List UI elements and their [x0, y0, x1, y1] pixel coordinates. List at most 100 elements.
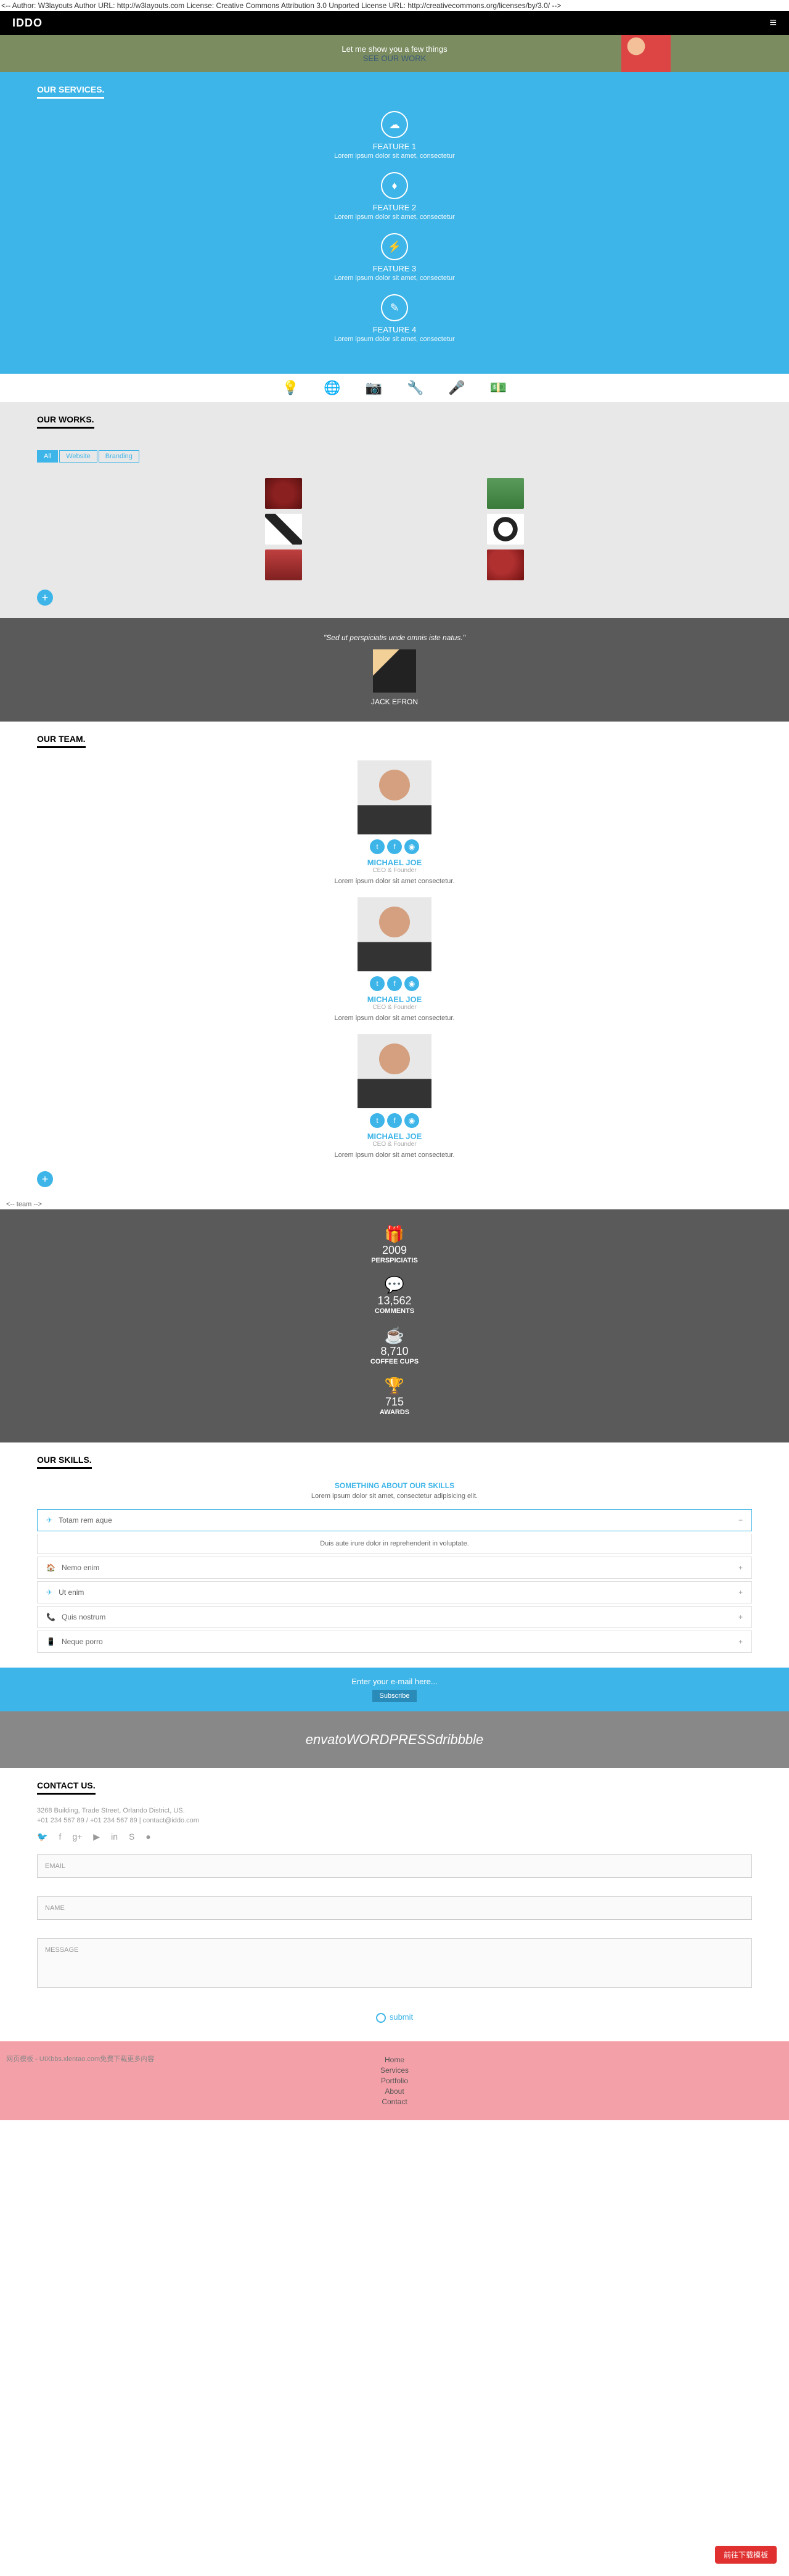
- work-item[interactable]: [487, 514, 524, 545]
- team-role: CEO & Founder: [37, 867, 752, 874]
- load-more-button[interactable]: +: [37, 590, 53, 606]
- accordion-toggle-icon: +: [738, 1613, 743, 1621]
- facebook-icon[interactable]: f: [387, 1113, 402, 1128]
- stat-number: 715: [15, 1396, 774, 1409]
- accordion-item[interactable]: 🏠 Nemo enim +: [37, 1557, 752, 1579]
- team-desc: Lorem ipsum dolor sit amet consectetur.: [37, 1014, 752, 1022]
- accordion-content: Duis aute irure dolor in reprehenderit i…: [37, 1534, 752, 1554]
- twitter-icon[interactable]: t: [370, 839, 385, 854]
- accordion-icon: 📞: [46, 1613, 55, 1621]
- service-icon[interactable]: 🌐: [324, 380, 340, 396]
- services-section: OUR SERVICES. ☁ FEATURE 1 Lorem ipsum do…: [0, 72, 789, 374]
- service-icon[interactable]: 🎤: [448, 380, 465, 396]
- team-name: MICHAEL JOE: [37, 995, 752, 1004]
- accordion-item[interactable]: ✈ Ut enim +: [37, 1581, 752, 1603]
- stat-label: PERSPICIATIS: [15, 1257, 774, 1264]
- work-item[interactable]: [487, 549, 524, 580]
- stat-icon: ☕: [15, 1326, 774, 1345]
- accordion-label: Ut enim: [59, 1588, 84, 1597]
- testimonial-name: JACK EFRON: [15, 697, 774, 706]
- footer-link-portfolio[interactable]: Portfolio: [12, 2076, 777, 2085]
- subscribe-button[interactable]: Subscribe: [372, 1690, 417, 1702]
- stat-label: COFFEE CUPS: [15, 1358, 774, 1365]
- brand-logo[interactable]: dribbble: [435, 1732, 483, 1748]
- feature-icon: ✎: [381, 294, 408, 321]
- team-role: CEO & Founder: [37, 1141, 752, 1148]
- facebook-icon[interactable]: f: [387, 976, 402, 991]
- service-icon[interactable]: 📷: [366, 380, 382, 396]
- team-avatar: [358, 760, 431, 834]
- stat: ☕ 8,710 COFFEE CUPS: [15, 1326, 774, 1365]
- accordion-item[interactable]: ✈ Totam rem aque −: [37, 1509, 752, 1531]
- filter-tabs: AllWebsiteBranding: [37, 450, 752, 463]
- header: IDDO ≡: [0, 11, 789, 35]
- team-member: tf◉ MICHAEL JOE CEO & Founder Lorem ipsu…: [37, 1034, 752, 1159]
- feature-desc: Lorem ipsum dolor sit amet, consectetur: [37, 152, 752, 160]
- contact-section: CONTACT US. 3268 Building, Trade Street,…: [0, 1768, 789, 2041]
- work-item[interactable]: [265, 514, 302, 545]
- contact-phone: +01 234 567 89 / +01 234 567 89 | contac…: [37, 1817, 752, 1824]
- linkedin-icon[interactable]: in: [111, 1832, 118, 1842]
- facebook-icon[interactable]: f: [387, 839, 402, 854]
- accordion-icon: ✈: [46, 1516, 52, 1525]
- stats-section: 🎁 2009 PERSPICIATIS 💬 13,562 COMMENTS ☕ …: [0, 1209, 789, 1442]
- name-field[interactable]: NAME: [37, 1896, 752, 1920]
- service-icon[interactable]: 💵: [490, 380, 507, 396]
- service-icon[interactable]: 💡: [282, 380, 299, 396]
- instagram-icon[interactable]: ◉: [404, 1113, 419, 1128]
- feature-desc: Lorem ipsum dolor sit amet, consectetur: [37, 274, 752, 282]
- instagram-icon[interactable]: ◉: [404, 976, 419, 991]
- brand-logo[interactable]: WORDPRESS: [346, 1732, 435, 1748]
- menu-icon[interactable]: ≡: [769, 16, 777, 30]
- accordion-toggle-icon: −: [738, 1516, 743, 1525]
- load-more-team-button[interactable]: +: [37, 1171, 53, 1187]
- works-grid: [179, 478, 610, 580]
- facebook-icon[interactable]: f: [59, 1832, 61, 1842]
- team-name: MICHAEL JOE: [37, 1132, 752, 1141]
- work-item[interactable]: [487, 478, 524, 509]
- feature-icon: ⚡: [381, 233, 408, 260]
- twitter-icon[interactable]: t: [370, 976, 385, 991]
- feature-icon: ☁: [381, 111, 408, 138]
- accordion-toggle-icon: +: [738, 1637, 743, 1646]
- accordion-icon: 📱: [46, 1637, 55, 1646]
- filter-tab-all[interactable]: All: [37, 450, 58, 463]
- download-template-button[interactable]: 前往下载模板: [715, 2546, 777, 2564]
- skype-icon[interactable]: S: [129, 1832, 134, 1842]
- logo[interactable]: IDDO: [12, 17, 43, 30]
- accordion-label: Neque porro: [62, 1637, 103, 1646]
- banner: Let me show you a few things SEE OUR WOR…: [0, 35, 789, 72]
- work-item[interactable]: [265, 478, 302, 509]
- work-item[interactable]: [265, 549, 302, 580]
- footer-link-services[interactable]: Services: [12, 2066, 777, 2075]
- brand-logo[interactable]: envato: [306, 1732, 346, 1748]
- banner-link[interactable]: SEE OUR WORK: [363, 54, 427, 63]
- footer-link-about[interactable]: About: [12, 2087, 777, 2096]
- stat-number: 13,562: [15, 1294, 774, 1307]
- accordion-item[interactable]: 📱 Neque porro +: [37, 1631, 752, 1653]
- twitter-icon[interactable]: t: [370, 1113, 385, 1128]
- stat-number: 8,710: [15, 1345, 774, 1358]
- stat-icon: 💬: [15, 1275, 774, 1294]
- youtube-icon[interactable]: ▶: [93, 1832, 100, 1842]
- email-field[interactable]: EMAIL: [37, 1854, 752, 1878]
- feature-title: FEATURE 2: [37, 203, 752, 212]
- filter-tab-website[interactable]: Website: [59, 450, 97, 463]
- team-title: OUR TEAM.: [37, 734, 86, 748]
- dribbble-icon[interactable]: ●: [145, 1832, 150, 1842]
- twitter-icon[interactable]: 🐦: [37, 1832, 47, 1842]
- submit-button[interactable]: submit: [37, 2006, 752, 2029]
- instagram-icon[interactable]: ◉: [404, 839, 419, 854]
- accordion-label: Quis nostrum: [62, 1613, 105, 1621]
- testimonial-avatar: [373, 649, 416, 693]
- google-icon[interactable]: g+: [72, 1832, 82, 1842]
- feature: ✎ FEATURE 4 Lorem ipsum dolor sit amet, …: [37, 294, 752, 343]
- footer-link-contact[interactable]: Contact: [12, 2097, 777, 2106]
- footer-credit: 网页模板 - UIXbbs.xlentao.com免费下载更多内容: [6, 2054, 154, 2064]
- stat: 🏆 715 AWARDS: [15, 1376, 774, 1416]
- filter-tab-branding[interactable]: Branding: [99, 450, 139, 463]
- service-icon[interactable]: 🔧: [407, 380, 423, 396]
- message-field[interactable]: MESSAGE: [37, 1938, 752, 1988]
- accordion-item[interactable]: 📞 Quis nostrum +: [37, 1606, 752, 1628]
- feature-icon: ♦: [381, 172, 408, 199]
